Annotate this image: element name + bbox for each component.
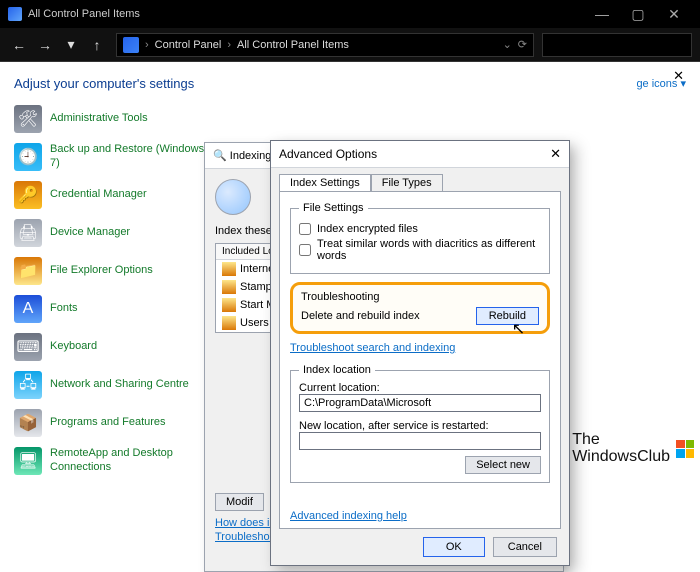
maximize-button[interactable]: ▢ <box>620 6 656 23</box>
tab-file-types[interactable]: File Types <box>371 174 443 191</box>
tab-content: File Settings Index encrypted files Trea… <box>279 191 561 529</box>
cp-item-label: Device Manager <box>50 226 130 240</box>
folder-icon <box>222 262 236 276</box>
backup-icon: 🕘 <box>14 143 42 171</box>
troubleshooting-highlight: Troubleshooting Delete and rebuild index… <box>290 282 550 334</box>
cp-item-remoteapp[interactable]: 🖥 RemoteApp and Desktop Connections <box>14 447 209 475</box>
new-location-label: New location, after service is restarted… <box>299 420 541 432</box>
control-panel-items: 🛠 Administrative Tools 🕘 Back up and Resto… <box>14 105 209 475</box>
current-location-field[interactable] <box>299 394 541 412</box>
magnifier-icon <box>215 179 251 215</box>
rebuild-button[interactable]: Rebuild <box>476 307 539 325</box>
folder-icon <box>222 280 236 294</box>
modify-button[interactable]: Modif <box>215 493 264 511</box>
address-bar[interactable]: › Control Panel › All Control Panel Item… <box>116 33 534 57</box>
dialog-title: Advanced Options <box>279 147 377 161</box>
forward-button[interactable]: → <box>34 34 56 56</box>
cp-item-device-manager[interactable]: 🖨 Device Manager <box>14 219 209 247</box>
cp-item-keyboard[interactable]: ⌨ Keyboard <box>14 333 209 361</box>
index-encrypted-checkbox[interactable]: Index encrypted files <box>299 223 541 235</box>
cp-item-fonts[interactable]: A Fonts <box>14 295 209 323</box>
watermark: The WindowsClub <box>572 432 694 466</box>
remoteapp-icon: 🖥 <box>14 447 42 475</box>
page-title: Adjust your computer's settings <box>14 76 194 91</box>
select-new-button[interactable]: Select new <box>465 456 541 474</box>
window-title: All Control Panel Items <box>28 8 584 20</box>
index-location-group: Index location Current location: New loc… <box>290 364 550 483</box>
group-legend: Troubleshooting <box>301 291 539 303</box>
current-location-label: Current location: <box>299 382 541 394</box>
network-icon: 🖧 <box>14 371 42 399</box>
cp-item-label: Fonts <box>50 302 78 316</box>
file-settings-group: File Settings Index encrypted files Trea… <box>290 202 550 274</box>
watermark-text: The <box>572 432 670 449</box>
device-icon: 🖨 <box>14 219 42 247</box>
tab-index-settings[interactable]: Index Settings <box>279 174 371 191</box>
window-titlebar: All Control Panel Items — ▢ ✕ <box>0 0 700 28</box>
troubleshoot-search-link[interactable]: Troubleshoot search and indexing <box>290 342 455 354</box>
group-legend: Index location <box>299 364 375 376</box>
programs-icon: 📦 <box>14 409 42 437</box>
breadcrumb-item[interactable]: Control Panel <box>155 39 222 51</box>
folder-icon <box>222 316 236 330</box>
ok-button[interactable]: OK <box>423 537 485 557</box>
checkbox-label: Treat similar words with diacritics as d… <box>317 238 541 262</box>
cp-item-label: Keyboard <box>50 340 97 354</box>
windows-logo-icon <box>676 440 694 458</box>
breadcrumb-sep: › <box>227 39 231 51</box>
breadcrumb-item[interactable]: All Control Panel Items <box>237 39 349 51</box>
advanced-help-link[interactable]: Advanced indexing help <box>290 510 407 522</box>
cp-item-programs-features[interactable]: 📦 Programs and Features <box>14 409 209 437</box>
control-panel-body: Adjust your computer's settings ge icons… <box>0 62 700 534</box>
cp-item-label: RemoteApp and Desktop Connections <box>50 447 209 475</box>
control-panel-icon <box>8 7 22 21</box>
checkbox-label: Index encrypted files <box>317 223 418 235</box>
close-icon[interactable]: ✕ <box>673 68 684 84</box>
cp-item-label: Programs and Features <box>50 416 166 430</box>
fonts-icon: A <box>14 295 42 323</box>
cp-item-file-explorer-options[interactable]: 📁 File Explorer Options <box>14 257 209 285</box>
keyboard-icon: ⌨ <box>14 333 42 361</box>
cp-item-admin-tools[interactable]: 🛠 Administrative Tools <box>14 105 209 133</box>
cp-item-label: Back up and Restore (Windows 7) <box>50 143 209 171</box>
cp-item-label: File Explorer Options <box>50 264 153 278</box>
close-window-button[interactable]: ✕ <box>656 6 692 23</box>
cp-item-label: Administrative Tools <box>50 112 148 126</box>
search-input[interactable] <box>542 33 692 57</box>
admin-tools-icon: 🛠 <box>14 105 42 133</box>
cp-item-label: Credential Manager <box>50 188 147 202</box>
watermark-text: WindowsClub <box>572 449 670 466</box>
refresh-icon[interactable]: ⟳ <box>518 38 527 51</box>
folder-icon: 📁 <box>14 257 42 285</box>
diacritics-checkbox[interactable]: Treat similar words with diacritics as d… <box>299 238 541 262</box>
rebuild-label: Delete and rebuild index <box>301 310 420 322</box>
folder-icon <box>222 298 236 312</box>
minimize-button[interactable]: — <box>584 6 620 22</box>
up-button[interactable]: ↑ <box>86 34 108 56</box>
recent-locations-button[interactable]: ▾ <box>60 34 82 56</box>
cp-item-credential-manager[interactable]: 🔑 Credential Manager <box>14 181 209 209</box>
cp-item-label: Network and Sharing Centre <box>50 378 189 392</box>
credential-icon: 🔑 <box>14 181 42 209</box>
new-location-field[interactable] <box>299 432 541 450</box>
breadcrumb-sep: › <box>145 39 149 51</box>
address-dropdown-icon[interactable]: ⌄ <box>503 38 512 51</box>
advanced-options-dialog: Advanced Options ✕ Index Settings File T… <box>270 140 570 566</box>
cp-item-backup-restore[interactable]: 🕘 Back up and Restore (Windows 7) <box>14 143 209 171</box>
cancel-button[interactable]: Cancel <box>493 537 557 557</box>
back-button[interactable]: ← <box>8 34 30 56</box>
cp-item-network-sharing[interactable]: 🖧 Network and Sharing Centre <box>14 371 209 399</box>
control-panel-icon <box>123 37 139 53</box>
close-icon[interactable]: ✕ <box>550 146 561 162</box>
navigation-bar: ← → ▾ ↑ › Control Panel › All Control Pa… <box>0 28 700 62</box>
group-legend: File Settings <box>299 202 368 214</box>
